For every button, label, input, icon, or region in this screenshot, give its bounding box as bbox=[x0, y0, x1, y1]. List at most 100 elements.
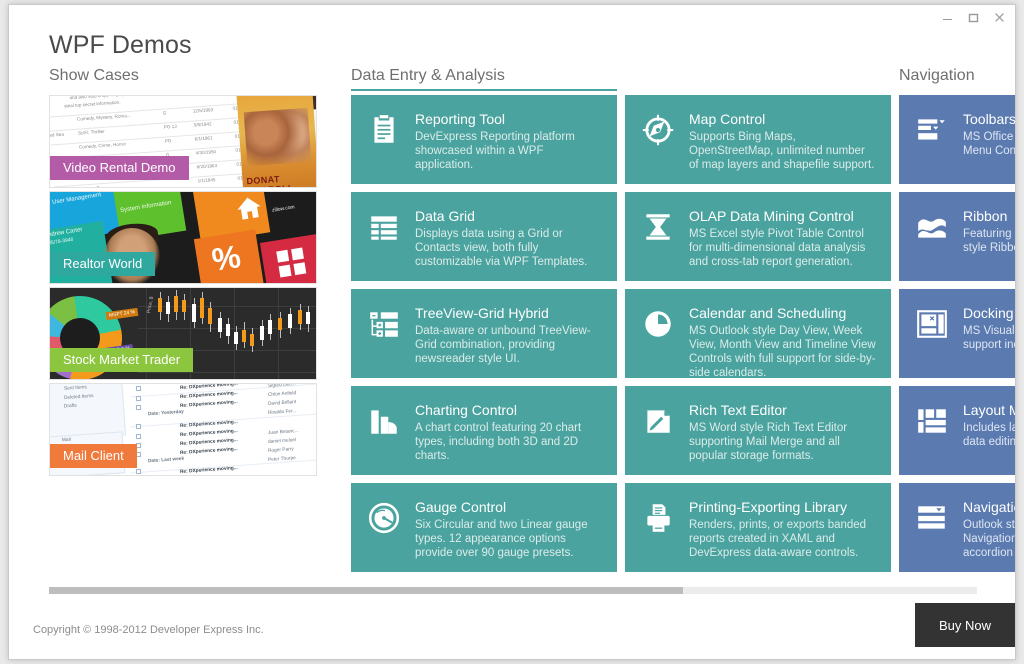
pen-document-icon bbox=[641, 404, 675, 438]
bar-chart-icon bbox=[367, 404, 401, 438]
tile-text-calendar-and-scheduling: Calendar and Scheduling MS Outlook style… bbox=[689, 305, 877, 378]
video-rating-1: PG 13 bbox=[163, 123, 177, 130]
showcase-label-video-rental: Video Rental Demo bbox=[50, 156, 189, 180]
video-date-4: 6/20/1963 bbox=[196, 163, 218, 170]
tile-desc-data-grid: Displays data using a Grid or Contacts v… bbox=[415, 228, 588, 268]
navigation-tile-stack: Toolbars and Menus MS Office inspired To… bbox=[899, 95, 1015, 572]
showcase-label-stock-market: Stock Market Trader bbox=[50, 348, 194, 372]
tile-desc-gauge-control: Six Circular and two Linear gauge types.… bbox=[415, 519, 588, 559]
tile-title-ribbon: Ribbon bbox=[963, 208, 1008, 224]
tile-text-map-control: Map Control Supports Bing Maps, OpenStre… bbox=[689, 111, 877, 172]
tile-text-docking-library: Docking Library MS Visual Studio style d… bbox=[963, 305, 1015, 352]
video-header-line-1: steal top secret information. bbox=[63, 99, 121, 109]
showcase-card-video-rental[interactable]: and also stop a spy ring trying to steal… bbox=[49, 95, 317, 188]
close-button[interactable] bbox=[987, 7, 1011, 27]
tile-desc-treeview-grid-hybrid: Data-aware or unbound TreeView-Grid comb… bbox=[415, 325, 591, 365]
tile-title-docking-library: Docking Library bbox=[963, 305, 1015, 321]
video-date-1: 5/8/1942 bbox=[193, 121, 212, 128]
mail-subject-4: Re: DXperience moving... bbox=[179, 419, 238, 430]
tile-desc-charting-control: A chart control featuring 20 chart types… bbox=[415, 422, 582, 462]
horizontal-scrollbar-thumb[interactable] bbox=[49, 587, 683, 594]
horizontal-scrollbar[interactable] bbox=[49, 587, 977, 594]
tile-desc-toolbars-and-menus: MS Office inspired Tool Bar and Menu Con… bbox=[963, 131, 1015, 157]
minimize-button[interactable] bbox=[935, 7, 959, 27]
video-rating-0: G bbox=[162, 110, 167, 116]
tile-navigation-bars[interactable]: Navigation Bars Outlook style Navigation… bbox=[899, 483, 1015, 572]
video-left-text: Red Sea bbox=[49, 131, 65, 138]
mail-subject-2: Re: DXperience moving... bbox=[179, 399, 238, 410]
tile-desc-layout-manager: Includes layout controls that support da… bbox=[963, 422, 1015, 448]
grid-table-icon bbox=[367, 210, 401, 244]
tile-title-navigation-bars: Navigation Bars bbox=[963, 499, 1015, 515]
tile-title-gauge-control: Gauge Control bbox=[415, 499, 507, 515]
tile-title-toolbars-and-menus: Toolbars and Menus bbox=[963, 111, 1015, 127]
printer-icon bbox=[641, 501, 675, 535]
data-entry-column-1: Reporting Tool DevExpress Reporting plat… bbox=[351, 95, 617, 572]
mail-sender-4: Juan Betanc... bbox=[267, 428, 299, 437]
showcase-card-mail-client[interactable]: Sent Items Deleted Items Drafts Mail Cal… bbox=[49, 383, 317, 476]
poster-portrait bbox=[243, 107, 312, 167]
tile-desc-printing-exporting-library: Renders, prints, or exports banded repor… bbox=[689, 519, 867, 559]
tile-olap-data-mining-control[interactable]: OLAP Data Mining Control MS Excel style … bbox=[625, 192, 891, 281]
tile-charting-control[interactable]: Charting Control A chart control featuri… bbox=[351, 386, 617, 475]
tile-desc-calendar-and-scheduling: MS Outlook style Day View, Week View, Mo… bbox=[689, 325, 876, 378]
tile-treeview-grid-hybrid[interactable]: TreeView-Grid Hybrid Data-aware or unbou… bbox=[351, 289, 617, 378]
section-underline-data-entry bbox=[351, 89, 617, 91]
data-entry-column-2: Map Control Supports Bing Maps, OpenStre… bbox=[625, 95, 891, 572]
showcase-card-stock-market[interactable]: Price, $ MSFT 24 % Stock Market Trader bbox=[49, 287, 317, 380]
mail-subject-5: Re: DXperience moving... bbox=[179, 428, 238, 439]
mail-sender-6: Roger Parry bbox=[267, 447, 295, 454]
tile-docking-library[interactable]: Docking Library MS Visual Studio style d… bbox=[899, 289, 1015, 378]
tile-map-control[interactable]: Map Control Supports Bing Maps, OpenStre… bbox=[625, 95, 891, 184]
mail-folder-2: Drafts bbox=[63, 403, 77, 410]
tile-layout-manager[interactable]: Layout Manager Includes layout controls … bbox=[899, 386, 1015, 475]
showcase-list: and also stop a spy ring trying to steal… bbox=[49, 95, 319, 476]
buy-now-button[interactable]: Buy Now bbox=[915, 603, 1015, 647]
mail-group-0: Date: Yesterday bbox=[147, 409, 185, 418]
tile-text-olap-data-mining-control: OLAP Data Mining Control MS Excel style … bbox=[689, 208, 877, 269]
realtor-label-zillow: zillow.com bbox=[271, 204, 296, 214]
tile-printing-exporting-library[interactable]: Printing-Exporting Library Renders, prin… bbox=[625, 483, 891, 572]
tile-title-charting-control: Charting Control bbox=[415, 402, 517, 418]
video-row-1: SciFi, Thriller bbox=[77, 128, 105, 136]
showcase-card-realtor-world[interactable]: User Management System Information zillo… bbox=[49, 191, 317, 284]
section-heading-show-cases: Show Cases bbox=[49, 67, 139, 84]
close-icon bbox=[994, 12, 1004, 22]
tile-gauge-control[interactable]: Gauge Control Six Circular and two Linea… bbox=[351, 483, 617, 572]
window-controls bbox=[935, 7, 1011, 27]
video-date-3: 4/30/1950 bbox=[195, 149, 217, 156]
tile-text-layout-manager: Layout Manager Includes layout controls … bbox=[963, 402, 1015, 449]
tile-data-grid[interactable]: Data Grid Displays data using a Grid or … bbox=[351, 192, 617, 281]
video-date-5: 1/1/1945 bbox=[197, 177, 216, 184]
page-title: WPF Demos bbox=[49, 31, 192, 59]
tile-text-navigation-bars: Navigation Bars Outlook style Navigation… bbox=[963, 499, 1015, 560]
tile-title-calendar-and-scheduling: Calendar and Scheduling bbox=[689, 305, 847, 321]
tile-reporting-tool[interactable]: Reporting Tool DevExpress Reporting plat… bbox=[351, 95, 617, 184]
tile-ribbon[interactable]: Ribbon Featuring MS Office 2007 or 2010 … bbox=[899, 192, 1015, 281]
content-scroll-area: Show Cases and also stop a spy ring tryi… bbox=[9, 65, 1015, 575]
tile-calendar-and-scheduling[interactable]: Calendar and Scheduling MS Outlook style… bbox=[625, 289, 891, 378]
tile-text-data-grid: Data Grid Displays data using a Grid or … bbox=[415, 208, 603, 269]
footer: Copyright © 1998-2012 Developer Express … bbox=[9, 603, 1015, 659]
tile-rich-text-editor[interactable]: Rich Text Editor MS Word style Rich Text… bbox=[625, 386, 891, 475]
video-date-2: 6/1/1961 bbox=[194, 135, 213, 142]
tile-desc-reporting-tool: DevExpress Reporting platform showcased … bbox=[415, 131, 575, 171]
toolbar-icon bbox=[915, 113, 949, 147]
section-navigation: Navigation Toolbars MS Office Menu Co Ri… bbox=[899, 65, 1015, 572]
tile-desc-map-control: Supports Bing Maps, OpenStreetMap, unlim… bbox=[689, 131, 875, 171]
video-row-5: Crime, D... bbox=[82, 185, 104, 187]
app-window: WPF Demos Show Cases and also stop a spy… bbox=[8, 4, 1016, 660]
poster-names: DONAT CARROLL bbox=[246, 173, 294, 187]
section-show-cases: Show Cases and also stop a spy ring tryi… bbox=[49, 65, 319, 476]
treeview-grid-icon bbox=[367, 307, 401, 341]
tile-toolbars-and-menus[interactable]: Toolbars and Menus MS Office inspired To… bbox=[899, 95, 1015, 184]
maximize-button[interactable] bbox=[961, 7, 985, 27]
tile-text-charting-control: Charting Control A chart control featuri… bbox=[415, 402, 603, 463]
tile-title-printing-exporting-library: Printing-Exporting Library bbox=[689, 499, 847, 515]
video-movie-poster: DONAT CARROLL bbox=[236, 96, 316, 187]
video-rating-2: PG bbox=[164, 138, 172, 144]
maximize-icon bbox=[968, 13, 978, 22]
tile-title-treeview-grid-hybrid: TreeView-Grid Hybrid bbox=[415, 305, 549, 321]
calculator-icon bbox=[276, 247, 307, 278]
tile-desc-docking-library: MS Visual Studio style docking support i… bbox=[963, 325, 1015, 351]
